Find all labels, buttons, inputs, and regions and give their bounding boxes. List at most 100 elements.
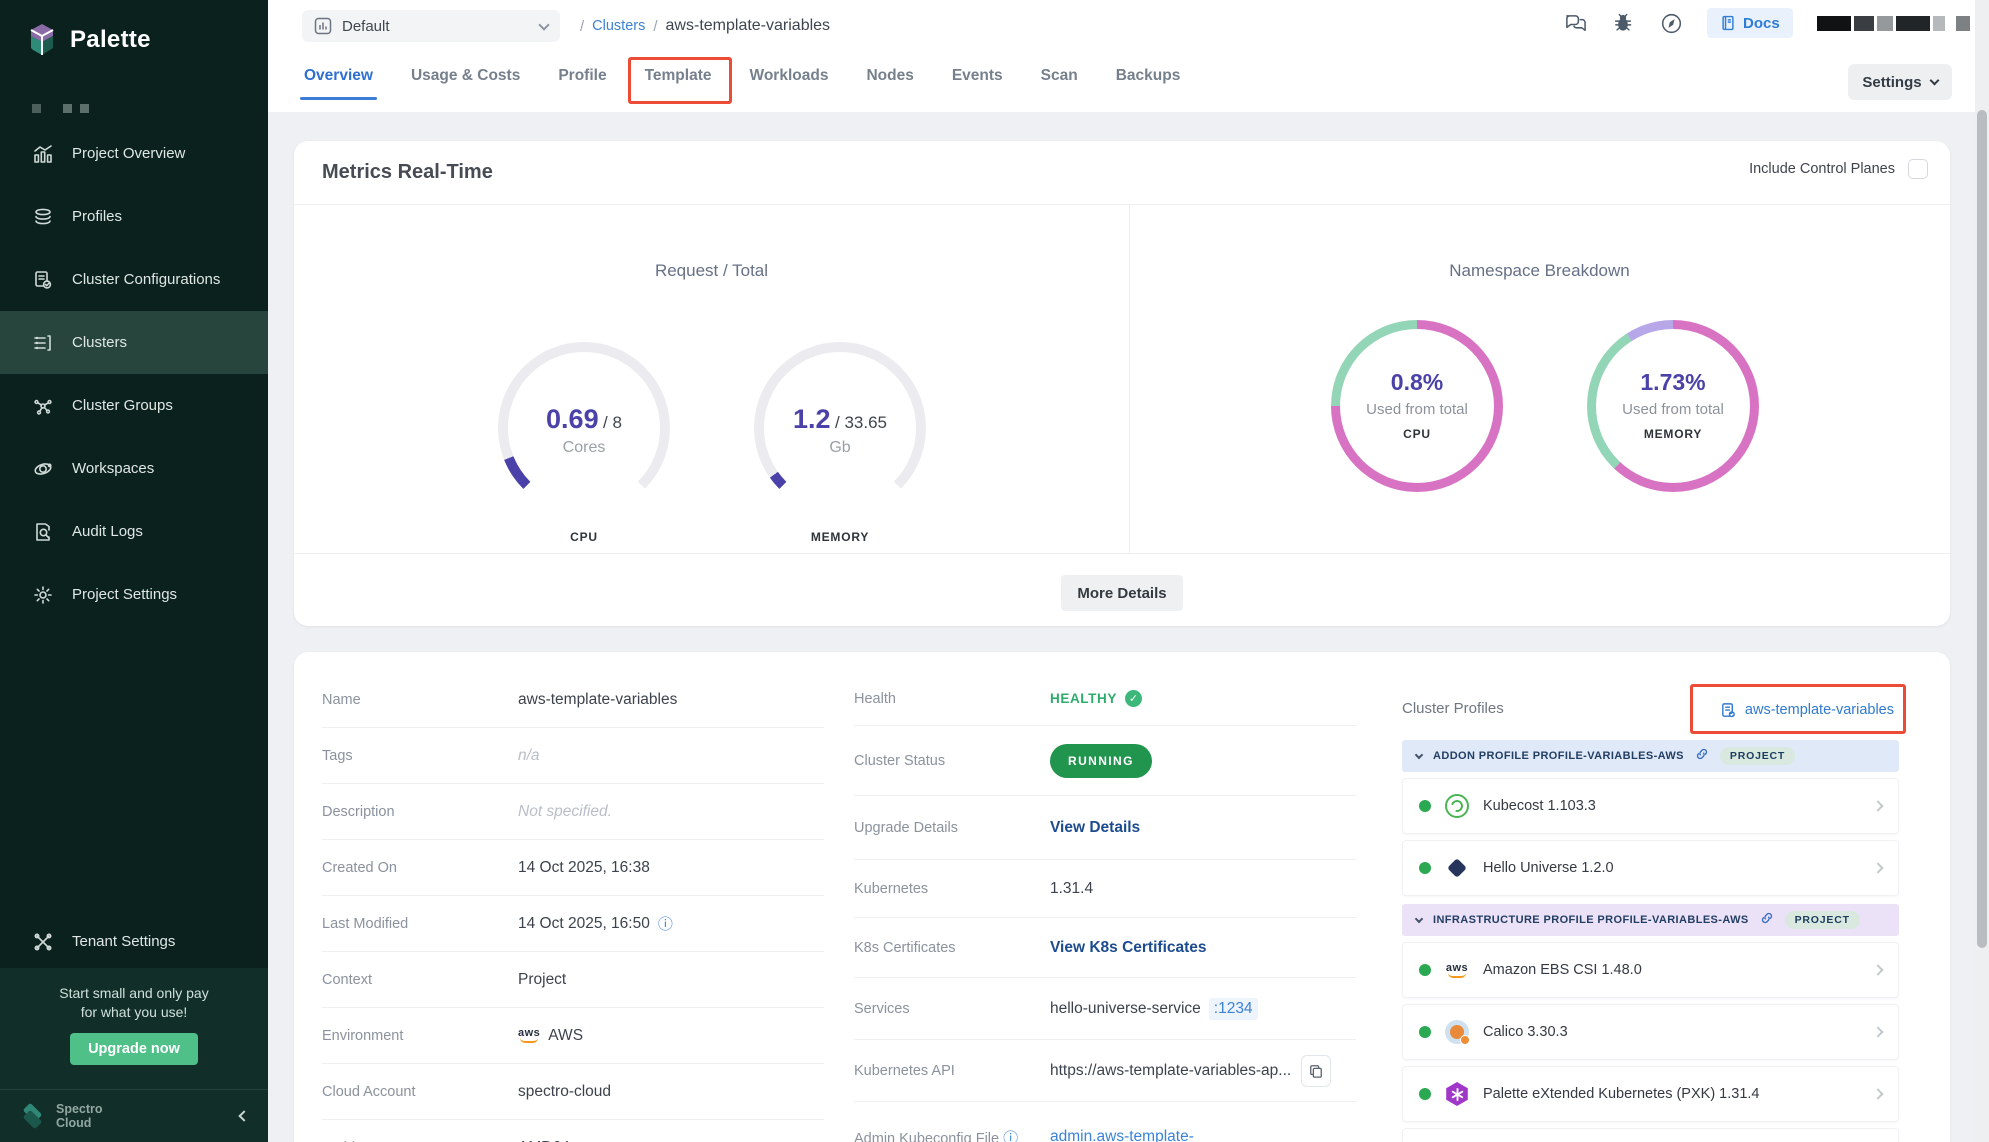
memory-unit: Gb bbox=[754, 439, 926, 457]
sidebar-item-label: Profiles bbox=[72, 208, 122, 225]
sidebar-item-project-overview[interactable]: Project Overview bbox=[0, 122, 268, 185]
info-icon[interactable]: ⓘ bbox=[658, 913, 673, 934]
sidebar-item-tenant-settings[interactable]: Tenant Settings bbox=[0, 910, 268, 973]
pack-status-dot bbox=[1419, 1026, 1431, 1038]
scrollbar bbox=[1975, 0, 1989, 1142]
info-icon[interactable]: ⓘ bbox=[1003, 1130, 1018, 1142]
link-icon bbox=[1760, 911, 1774, 930]
breadcrumb: / Clusters / aws-template-variables bbox=[580, 10, 830, 42]
sidebar: Palette Project Overview Profiles Clus bbox=[0, 0, 268, 1142]
request-total-title: Request / Total bbox=[294, 261, 1129, 281]
infrastructure-profile-section-header[interactable]: INFRASTRUCTURE PROFILE PROFILE-VARIABLES… bbox=[1402, 904, 1899, 936]
upgrade-promo: Start small and only pay for what you us… bbox=[0, 968, 268, 1089]
project-selector-value: Default bbox=[342, 18, 530, 35]
profile-pack-row-hello-universe[interactable]: Hello Universe 1.2.0 bbox=[1402, 840, 1899, 896]
profile-pack-row-pxk[interactable]: Palette eXtended Kubernetes (PXK) 1.31.4 bbox=[1402, 1066, 1899, 1122]
bar-chart-icon bbox=[32, 143, 54, 165]
bug-icon[interactable] bbox=[1611, 11, 1635, 35]
server-icon bbox=[32, 332, 54, 354]
tab-backups[interactable]: Backups bbox=[1114, 48, 1183, 104]
sidebar-item-audit-logs[interactable]: Audit Logs bbox=[0, 500, 268, 563]
kubeconfig-file-link[interactable]: admin.aws-template- bbox=[1050, 1128, 1194, 1142]
pxk-icon bbox=[1445, 1082, 1469, 1106]
chat-icon[interactable] bbox=[1563, 11, 1587, 35]
user-name-redacted[interactable] bbox=[1817, 16, 1970, 31]
layers-icon bbox=[32, 206, 54, 228]
view-details-link[interactable]: View Details bbox=[1050, 819, 1140, 837]
namespace-memory-percent: 1.73% bbox=[1587, 369, 1759, 396]
chevron-down-icon bbox=[1415, 750, 1423, 758]
promo-text-line1: Start small and only pay bbox=[0, 984, 268, 1003]
memory-gauge: 1.2 / 33.65 Gb MEMORY bbox=[754, 342, 926, 542]
more-details-button[interactable]: More Details bbox=[1061, 575, 1183, 611]
addon-profile-section-header[interactable]: ADDON PROFILE PROFILE-VARIABLES-AWS PROJ… bbox=[1402, 740, 1899, 772]
copy-icon bbox=[1309, 1064, 1323, 1078]
chevron-right-icon bbox=[1874, 859, 1882, 877]
settings-button-label: Settings bbox=[1862, 74, 1921, 91]
chevron-down-icon bbox=[1415, 914, 1423, 922]
docs-button[interactable]: Docs bbox=[1707, 8, 1793, 38]
tab-template[interactable]: Template bbox=[643, 48, 714, 104]
profile-pack-row-kubecost[interactable]: Kubecost 1.103.3 bbox=[1402, 778, 1899, 834]
palette-logo-icon bbox=[26, 22, 58, 58]
sidebar-item-cluster-configurations[interactable]: Cluster Configurations bbox=[0, 248, 268, 311]
copy-button[interactable] bbox=[1301, 1055, 1331, 1087]
compass-icon[interactable] bbox=[1659, 11, 1683, 35]
tab-profile[interactable]: Profile bbox=[556, 48, 608, 104]
view-k8s-certificates-link[interactable]: View K8s Certificates bbox=[1050, 939, 1207, 957]
sidebar-item-label: Project Overview bbox=[72, 145, 185, 162]
infrastructure-profile-title: INFRASTRUCTURE PROFILE PROFILE-VARIABLES… bbox=[1433, 914, 1749, 926]
sidebar-item-project-settings[interactable]: Project Settings bbox=[0, 563, 268, 626]
sidebar-item-label: Tenant Settings bbox=[72, 933, 175, 950]
healthy-check-icon: ✓ bbox=[1125, 690, 1142, 707]
include-control-planes-label: Include Control Planes bbox=[1749, 161, 1895, 177]
sidebar-item-cluster-groups[interactable]: Cluster Groups bbox=[0, 374, 268, 437]
service-port-link[interactable]: :1234 bbox=[1209, 998, 1258, 1020]
divider bbox=[294, 553, 1950, 554]
scrollbar-thumb[interactable] bbox=[1977, 110, 1987, 948]
project-selector[interactable]: Default bbox=[302, 10, 560, 42]
project-badge: PROJECT bbox=[1785, 911, 1860, 929]
sidebar-item-label: Cluster Configurations bbox=[72, 271, 220, 288]
hello-universe-icon bbox=[1445, 856, 1469, 880]
cluster-profile-link-label: aws-template-variables bbox=[1745, 702, 1894, 718]
profile-pack-row-amazon-ebs[interactable]: aws Amazon EBS CSI 1.48.0 bbox=[1402, 942, 1899, 998]
settings-button[interactable]: Settings bbox=[1848, 64, 1952, 100]
sidebar-item-label: Cluster Groups bbox=[72, 397, 173, 414]
upgrade-now-button[interactable]: Upgrade now bbox=[70, 1033, 198, 1065]
chevron-down-icon bbox=[538, 19, 549, 30]
cluster-profile-link[interactable]: aws-template-variables bbox=[1706, 692, 1894, 728]
profile-pack-row-ubuntu[interactable]: Ubuntu (AWS) 22.04 bbox=[1402, 1128, 1899, 1142]
tab-overview[interactable]: Overview bbox=[302, 48, 375, 104]
detail-row-kubernetes-api: Kubernetes API https://aws-template-vari… bbox=[854, 1040, 1356, 1102]
profile-pack-row-calico[interactable]: Calico 3.30.3 bbox=[1402, 1004, 1899, 1060]
breadcrumb-separator: / bbox=[580, 18, 584, 35]
pack-status-dot bbox=[1419, 1088, 1431, 1100]
include-control-planes: Include Control Planes bbox=[1749, 159, 1928, 179]
sidebar-item-clusters[interactable]: Clusters bbox=[0, 311, 268, 374]
divider bbox=[294, 204, 1950, 205]
tab-usage-costs[interactable]: Usage & Costs bbox=[409, 48, 522, 104]
spectro-cloud-wordmark: Spectro Cloud bbox=[56, 1102, 103, 1130]
tab-workloads[interactable]: Workloads bbox=[747, 48, 830, 104]
topbar: Default / Clusters / aws-template-variab… bbox=[268, 0, 1989, 112]
sidebar-item-profiles[interactable]: Profiles bbox=[0, 185, 268, 248]
include-control-planes-checkbox[interactable] bbox=[1908, 159, 1928, 179]
detail-row-admin-kubeconfig: Admin Kubeconfig File ⓘ admin.aws-templa… bbox=[854, 1102, 1356, 1142]
document-check-icon bbox=[32, 269, 54, 291]
chevron-right-icon bbox=[1874, 1023, 1882, 1041]
aws-logo-icon: aws bbox=[518, 1028, 540, 1043]
pack-status-dot bbox=[1419, 862, 1431, 874]
breadcrumb-link-clusters[interactable]: Clusters bbox=[592, 18, 645, 34]
tab-events[interactable]: Events bbox=[950, 48, 1005, 104]
sidebar-collapse-button[interactable] bbox=[240, 1107, 248, 1125]
spectro-cloud-logo-icon bbox=[20, 1103, 46, 1129]
tab-scan[interactable]: Scan bbox=[1039, 48, 1080, 104]
project-badge: PROJECT bbox=[1720, 747, 1795, 765]
pack-status-dot bbox=[1419, 800, 1431, 812]
network-icon bbox=[32, 395, 54, 417]
tab-nodes[interactable]: Nodes bbox=[864, 48, 915, 104]
sidebar-item-workspaces[interactable]: Workspaces bbox=[0, 437, 268, 500]
running-status-badge: RUNNING bbox=[1050, 744, 1152, 778]
cpu-gauge-label: CPU bbox=[498, 530, 670, 544]
